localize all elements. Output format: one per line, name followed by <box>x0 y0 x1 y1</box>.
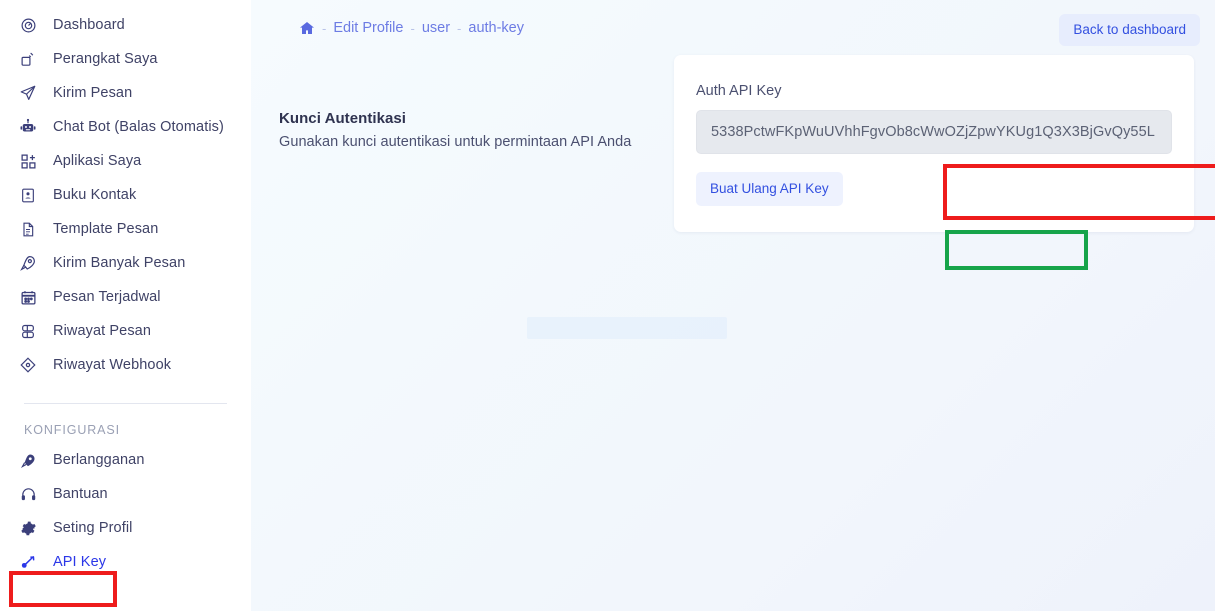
document-icon <box>17 218 39 240</box>
sidebar-item-buku-kontak[interactable]: Buku Kontak <box>0 178 251 212</box>
sidebar-item-bantuan[interactable]: Bantuan <box>0 477 251 511</box>
sidebar-item-kirim-banyak-pesan[interactable]: Kirim Banyak Pesan <box>0 246 251 280</box>
sidebar-item-chat-bot[interactable]: Chat Bot (Balas Otomatis) <box>0 110 251 144</box>
sidebar-item-pesan-terjadwal[interactable]: Pesan Terjadwal <box>0 280 251 314</box>
robot-icon <box>17 116 39 138</box>
history-list-icon <box>17 320 39 342</box>
gear-icon <box>17 517 39 539</box>
sidebar-item-label: Riwayat Webhook <box>53 357 172 373</box>
rocket-icon <box>17 252 39 274</box>
sidebar: Dashboard Perangkat Saya Kirim Pesan Cha… <box>0 0 251 611</box>
sidebar-item-perangkat-saya[interactable]: Perangkat Saya <box>0 42 251 76</box>
topbar: - Edit Profile - user - auth-key Back to… <box>251 0 1215 56</box>
breadcrumb-item-auth-key[interactable]: auth-key <box>468 20 524 36</box>
page-title: Kunci Autentikasi <box>279 110 406 127</box>
sidebar-item-label: Bantuan <box>53 486 108 502</box>
headset-support-icon <box>17 483 39 505</box>
sidebar-item-label: Buku Kontak <box>53 187 137 203</box>
breadcrumb-separator: - <box>457 20 462 36</box>
apps-grid-icon <box>17 150 39 172</box>
key-icon <box>17 551 39 573</box>
sidebar-item-riwayat-webhook[interactable]: Riwayat Webhook <box>0 348 251 382</box>
sidebar-item-aplikasi-saya[interactable]: Aplikasi Saya <box>0 144 251 178</box>
sidebar-config-nav: Berlangganan Bantuan Seting Profil API K… <box>0 443 251 579</box>
breadcrumb-item-user[interactable]: user <box>422 20 450 36</box>
app-root: Dashboard Perangkat Saya Kirim Pesan Cha… <box>0 0 1215 611</box>
sidebar-main-nav: Dashboard Perangkat Saya Kirim Pesan Cha… <box>0 8 251 382</box>
sidebar-item-label: Kirim Banyak Pesan <box>53 255 186 271</box>
calendar-icon <box>17 286 39 308</box>
rocket-icon <box>17 449 39 471</box>
sidebar-item-template-pesan[interactable]: Template Pesan <box>0 212 251 246</box>
sidebar-item-label: Kirim Pesan <box>53 85 133 101</box>
back-to-dashboard-button[interactable]: Back to dashboard <box>1059 14 1200 46</box>
webhook-node-icon <box>17 354 39 376</box>
api-key-card: Auth API Key Buat Ulang API Key <box>674 55 1194 232</box>
section-header: Kunci Autentikasi Gunakan kunci autentik… <box>279 110 669 150</box>
contact-book-icon <box>17 184 39 206</box>
breadcrumb-item-edit-profile[interactable]: Edit Profile <box>333 20 403 36</box>
sidebar-item-seting-profil[interactable]: Seting Profil <box>0 511 251 545</box>
api-key-input[interactable] <box>696 110 1172 154</box>
paper-plane-icon <box>17 82 39 104</box>
page-subtitle: Gunakan kunci autentikasi untuk perminta… <box>279 134 632 150</box>
breadcrumb-separator: - <box>322 20 327 36</box>
sidebar-item-label: Perangkat Saya <box>53 51 158 67</box>
main-content: - Edit Profile - user - auth-key Back to… <box>251 0 1215 611</box>
sidebar-section-title: KONFIGURASI <box>24 423 121 437</box>
sidebar-item-label: API Key <box>53 554 107 570</box>
regenerate-button-highlight <box>945 230 1088 270</box>
regenerate-api-key-button[interactable]: Buat Ulang API Key <box>696 172 843 206</box>
sidebar-item-label: Template Pesan <box>53 221 159 237</box>
sidebar-divider <box>24 403 227 404</box>
gauge-icon <box>17 14 39 36</box>
sidebar-item-riwayat-pesan[interactable]: Riwayat Pesan <box>0 314 251 348</box>
sidebar-item-kirim-pesan[interactable]: Kirim Pesan <box>0 76 251 110</box>
sidebar-item-label: Seting Profil <box>53 520 133 536</box>
sidebar-item-label: Chat Bot (Balas Otomatis) <box>53 119 224 135</box>
sidebar-item-label: Dashboard <box>53 17 125 33</box>
sidebar-item-label: Aplikasi Saya <box>53 153 142 169</box>
device-broadcast-icon <box>17 48 39 70</box>
sidebar-item-label: Pesan Terjadwal <box>53 289 161 305</box>
breadcrumb: - Edit Profile - user - auth-key <box>299 20 524 36</box>
sidebar-item-berlangganan[interactable]: Berlangganan <box>0 443 251 477</box>
sidebar-item-api-key[interactable]: API Key <box>0 545 251 579</box>
sidebar-item-label: Riwayat Pesan <box>53 323 152 339</box>
skeleton-placeholder <box>527 317 727 339</box>
breadcrumb-separator: - <box>410 20 415 36</box>
sidebar-item-label: Berlangganan <box>53 452 145 468</box>
sidebar-item-dashboard[interactable]: Dashboard <box>0 8 251 42</box>
api-key-field-label: Auth API Key <box>696 83 782 99</box>
home-icon[interactable] <box>299 20 315 36</box>
